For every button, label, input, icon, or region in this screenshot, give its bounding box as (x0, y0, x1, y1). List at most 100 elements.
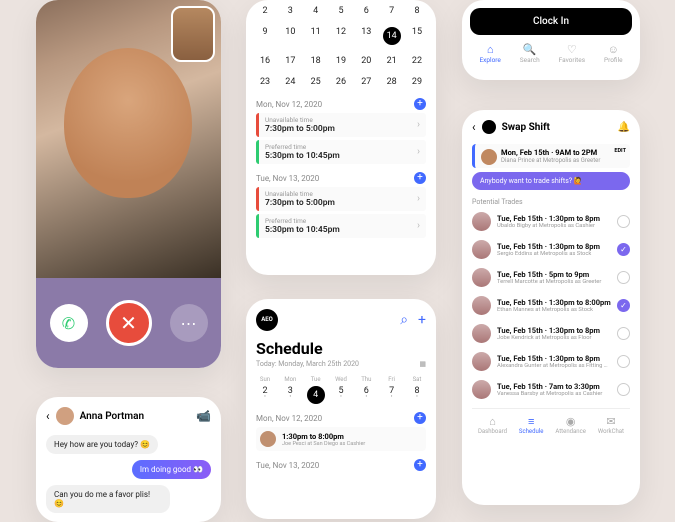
add-slot-button[interactable]: + (414, 172, 426, 184)
swap-title: Swap Shift (502, 122, 612, 133)
calendar-day[interactable]: 11 (307, 27, 325, 45)
avatar (472, 240, 491, 259)
calendar-day[interactable]: 28 (383, 77, 401, 87)
nav-workchat[interactable]: ✉WorkChat (598, 415, 624, 435)
add-shift-button[interactable]: + (414, 412, 426, 424)
search-icon[interactable]: ⌕ (400, 312, 408, 328)
self-preview[interactable] (171, 6, 215, 62)
tab-explore[interactable]: ⌂Explore (479, 43, 500, 64)
status-icon: ✓ (617, 243, 630, 256)
calendar-day[interactable]: 24 (281, 77, 299, 87)
tab-profile[interactable]: ☺Profile (604, 43, 623, 64)
chat-message: Can you do me a favor plis! 😊 (46, 485, 170, 513)
day-number[interactable]: 3• (281, 386, 299, 404)
back-icon[interactable]: ‹ (46, 409, 50, 423)
calendar-day[interactable]: 23 (256, 77, 274, 87)
date-label: Tue, Nov 13, 2020 (256, 461, 319, 470)
trade-row[interactable]: Tue, Feb 15th · 1:30pm to 8pmAlexandra G… (472, 352, 630, 371)
avatar (472, 212, 491, 231)
status-icon (617, 383, 630, 396)
calendar-day[interactable]: 17 (281, 56, 299, 66)
calendar-day[interactable]: 7 (383, 6, 401, 16)
day-number[interactable]: 6• (357, 386, 375, 404)
trade-row[interactable]: Tue, Feb 15th · 1:30pm to 8pmUbaldo Bigb… (472, 212, 630, 231)
more-options-button[interactable]: ⋯ (170, 304, 208, 342)
calendar-day[interactable]: 6 (357, 6, 375, 16)
add-icon[interactable]: + (418, 312, 426, 328)
end-call-button[interactable]: ✕ (106, 300, 152, 346)
calendar-day[interactable]: 25 (307, 77, 325, 87)
day-number[interactable]: 7• (383, 386, 401, 404)
back-icon[interactable]: ‹ (472, 120, 476, 134)
chevron-right-icon: › (417, 194, 420, 205)
calendar-day[interactable]: 2 (256, 6, 274, 16)
chat-message: Hey how are you today? 😊 (46, 435, 158, 454)
avatar (260, 431, 276, 447)
calendar-day[interactable]: 5 (332, 6, 350, 16)
calendar-day[interactable]: 16 (256, 56, 274, 66)
calendar-day[interactable]: 18 (307, 56, 325, 66)
calendar-day[interactable]: 26 (332, 77, 350, 87)
trade-row[interactable]: Tue, Feb 15th · 1:30pm to 8pmJobe Kendri… (472, 324, 630, 343)
trade-row[interactable]: Tue, Feb 15th · 1:30pm to 8:00pmEthan Ma… (472, 296, 630, 315)
trade-row[interactable]: Tue, Feb 15th · 7am to 3:30pmVanessa Bar… (472, 380, 630, 399)
calendar-day[interactable]: 21 (383, 56, 401, 66)
calendar-day[interactable]: 10 (281, 27, 299, 45)
availability-card: 2345678910111213141516171819202122232425… (246, 0, 436, 275)
bottom-tabs: ⌂Explore 🔍Search ♡Favorites ☺Profile (470, 43, 632, 64)
swap-shift-card: ‹ Swap Shift 🔔 Mon, Feb 15th · 9AM to 2P… (462, 110, 640, 505)
status-icon (617, 355, 630, 368)
calendar-day[interactable]: 14 (383, 27, 401, 45)
time-slot[interactable]: Preferred time5:30pm to 10:45pm› (256, 214, 426, 238)
calendar-day[interactable]: 13 (357, 27, 375, 45)
avatar (472, 380, 491, 399)
avatar (472, 352, 491, 371)
avatar (481, 149, 497, 165)
schedule-card: AEO ⌕ + Schedule Today: Monday, March 25… (246, 299, 436, 519)
time-slot[interactable]: Preferred time5:30pm to 10:45pm› (256, 140, 426, 164)
shift-row[interactable]: 1:30pm to 8:00pmJoe Pesci at San Diego a… (256, 427, 426, 451)
today-label: Today: Monday, March 25th 2020 (256, 360, 359, 368)
chevron-right-icon: › (417, 221, 420, 232)
calendar-day[interactable]: 9 (256, 27, 274, 45)
calendar-day[interactable]: 8 (408, 6, 426, 16)
my-shift[interactable]: Mon, Feb 15th · 9AM to 2PM Diana Prince … (472, 144, 630, 168)
calendar-icon[interactable]: ▦ (419, 360, 426, 368)
day-number[interactable]: 2• (256, 386, 274, 404)
day-number[interactable]: 5• (332, 386, 350, 404)
calendar-day[interactable]: 22 (408, 56, 426, 66)
bell-icon[interactable]: 🔔 (618, 122, 630, 133)
day-number[interactable]: 4 (307, 386, 325, 404)
time-slot[interactable]: Unavailable time7:30pm to 5:00pm› (256, 113, 426, 137)
day-number[interactable]: 8• (408, 386, 426, 404)
time-slot[interactable]: Unavailable time7:30pm to 5:00pm› (256, 187, 426, 211)
calendar-day[interactable]: 4 (307, 6, 325, 16)
video-call-card: ✆ ✕ ⋯ (36, 0, 221, 368)
tab-search[interactable]: 🔍Search (520, 43, 540, 64)
clockin-card: Clock In ⌂Explore 🔍Search ♡Favorites ☺Profi… (462, 0, 640, 80)
status-icon: ✓ (617, 299, 630, 312)
trade-row[interactable]: Tue, Feb 15th · 5pm to 9pmTerrell Marcot… (472, 268, 630, 287)
edit-button[interactable]: EDIT (614, 148, 626, 154)
accept-call-button[interactable]: ✆ (50, 304, 88, 342)
avatar (472, 324, 491, 343)
tab-favorites[interactable]: ♡Favorites (559, 43, 586, 64)
nav-dashboard[interactable]: ⌂Dashboard (478, 415, 507, 435)
calendar-day[interactable]: 20 (357, 56, 375, 66)
avatar (472, 268, 491, 287)
avatar (56, 407, 74, 425)
add-shift-button[interactable]: + (414, 459, 426, 471)
calendar-day[interactable]: 12 (332, 27, 350, 45)
add-slot-button[interactable]: + (414, 98, 426, 110)
video-call-icon[interactable]: 📹 (196, 409, 211, 423)
nav-attendance[interactable]: ◉Attendance (555, 415, 586, 435)
calendar-day[interactable]: 29 (408, 77, 426, 87)
calendar-day[interactable]: 19 (332, 56, 350, 66)
calendar-day[interactable]: 27 (357, 77, 375, 87)
nav-schedule[interactable]: ≡Schedule (519, 415, 544, 435)
date-label: Mon, Nov 12, 2020 (256, 414, 322, 423)
clock-in-button[interactable]: Clock In (470, 8, 632, 35)
trade-row[interactable]: Tue, Feb 15th · 1:30pm to 8pmSergio Eddi… (472, 240, 630, 259)
calendar-day[interactable]: 15 (408, 27, 426, 45)
calendar-day[interactable]: 3 (281, 6, 299, 16)
